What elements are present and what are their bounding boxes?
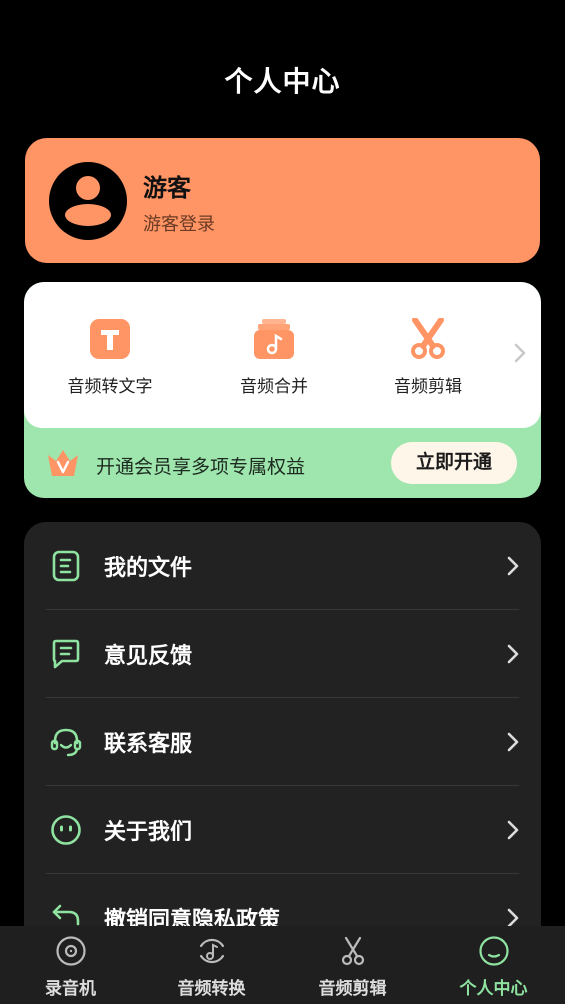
chevron-right-icon (507, 820, 519, 840)
scissors-icon (341, 936, 364, 966)
tab-label: 录音机 (45, 979, 96, 999)
menu-item-my-files[interactable]: 我的文件 (46, 522, 519, 610)
menu-item-about-us[interactable]: 关于我们 (46, 786, 519, 874)
tool-label: 音频合并 (240, 377, 308, 397)
tab-recorder[interactable]: 录音机 (0, 926, 141, 1004)
menu-label: 我的文件 (104, 556, 193, 581)
vip-banner[interactable]: 开通会员享多项专属权益 立即开通 (24, 428, 541, 498)
profile-name: 游客 (143, 174, 191, 202)
merge-icon (254, 319, 294, 359)
avatar-head (76, 176, 100, 200)
tool-label: 音频转文字 (67, 377, 153, 397)
chevron-right-icon (507, 556, 519, 576)
page-title: 个人中心 (224, 65, 341, 98)
tab-profile[interactable]: 个人中心 (423, 926, 564, 1004)
open-vip-button[interactable]: 立即开通 (391, 442, 517, 484)
tab-label: 音频剪辑 (318, 979, 387, 999)
menu-label: 联系客服 (104, 732, 193, 757)
chevron-right-icon[interactable] (513, 342, 527, 364)
tab-audio-convert[interactable]: 音频转换 (141, 926, 282, 1004)
headset-icon (50, 728, 82, 757)
tools-card: 音频转文字 音频合并 音频剪辑 开通会员享多项专属权益 立即开通 (24, 282, 541, 498)
feedback-icon (52, 639, 80, 669)
tools-panel: 音频转文字 音频合并 音频剪辑 (24, 282, 541, 428)
music-convert-icon (199, 938, 224, 964)
tab-label: 音频转换 (177, 979, 246, 999)
chevron-right-icon (507, 644, 519, 664)
smile-icon (478, 936, 509, 966)
text-convert-icon (90, 319, 130, 359)
tool-audio-merge[interactable]: 音频合并 (209, 318, 339, 397)
chevron-right-icon (507, 908, 519, 928)
menu-item-feedback[interactable]: 意见反馈 (46, 610, 519, 698)
file-icon (52, 550, 80, 582)
menu-label: 意见反馈 (104, 644, 193, 669)
tab-label: 个人中心 (459, 979, 528, 999)
vip-text: 开通会员享多项专属权益 (96, 456, 306, 478)
avatar-body (65, 204, 111, 226)
tab-audio-edit[interactable]: 音频剪辑 (282, 926, 423, 1004)
face-icon (51, 815, 81, 845)
crown-icon (48, 450, 78, 476)
tool-label: 音频剪辑 (394, 377, 462, 397)
bottom-tab-bar: 录音机 音频转换 音频剪辑 个人中心 (0, 926, 565, 1004)
avatar[interactable] (49, 162, 127, 240)
record-icon (55, 936, 86, 966)
menu-item-customer-service[interactable]: 联系客服 (46, 698, 519, 786)
profile-card[interactable]: 游客 游客登录 (25, 138, 540, 263)
chevron-right-icon (507, 732, 519, 752)
menu-label: 关于我们 (104, 820, 193, 845)
tool-audio-to-text[interactable]: 音频转文字 (45, 318, 175, 397)
login-link[interactable]: 游客登录 (143, 210, 215, 236)
tool-audio-cut[interactable]: 音频剪辑 (363, 318, 493, 397)
scissors-icon (411, 318, 445, 359)
